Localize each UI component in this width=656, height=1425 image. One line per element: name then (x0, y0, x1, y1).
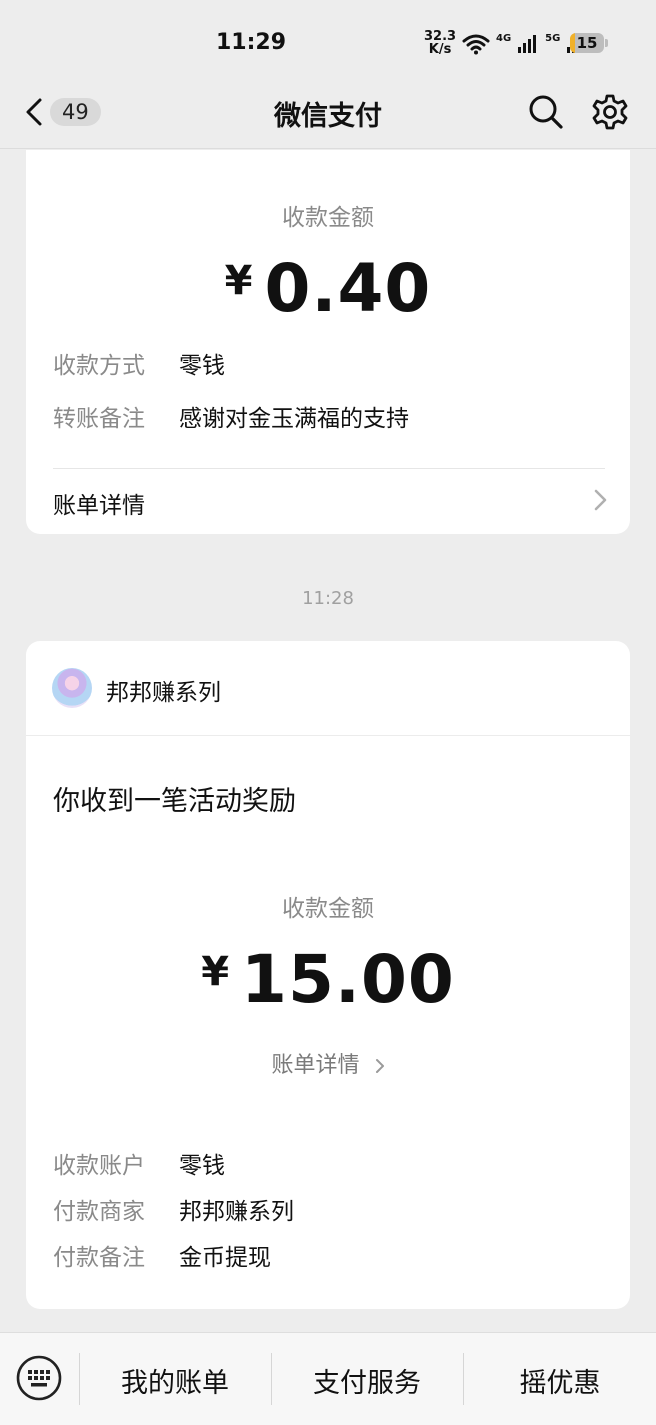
bill-detail-label: 账单详情 (271, 1053, 360, 1078)
notification-headline: 你收到一笔活动奖励 (53, 786, 296, 817)
shake-offers-button[interactable]: 摇优惠 (464, 1361, 656, 1400)
info-row-key: 收款方式 (53, 353, 145, 379)
network-speed: 32.3 K/s (424, 30, 456, 56)
my-bills-button[interactable]: 我的账单 (80, 1361, 270, 1400)
network-speed-unit: K/s (428, 42, 452, 57)
info-row-value: 金币提现 (179, 1245, 271, 1271)
bill-detail-link[interactable]: 账单详情 (26, 1047, 630, 1079)
merchant-avatar (52, 668, 92, 708)
info-row: 付款商家 邦邦赚系列 (53, 1192, 294, 1226)
currency-symbol: ¥ (224, 258, 253, 304)
bill-detail-row[interactable]: 账单详情 (26, 468, 630, 534)
search-icon[interactable] (526, 92, 566, 132)
info-row-value: 感谢对金玉满福的支持 (179, 406, 409, 432)
info-row-key: 收款账户 (53, 1153, 145, 1179)
amount-display: ¥0.40 (26, 250, 630, 327)
payment-card: 收款金额 ¥0.40 收款方式 零钱 转账备注 感谢对金玉满福的支持 账单详情 (26, 150, 630, 534)
keyboard-icon[interactable] (16, 1355, 62, 1401)
info-row: 转账备注 感谢对金玉满福的支持 (53, 399, 409, 433)
nav-bar: 49 微信支付 (0, 80, 656, 149)
info-row-key: 付款备注 (53, 1245, 145, 1271)
info-row-value: 零钱 (179, 353, 225, 379)
status-bar: 11:29 32.3 K/s 4G 5G 15 (0, 0, 656, 80)
amount-value: 0.40 (264, 250, 432, 327)
amount-label: 收款金额 (282, 896, 374, 922)
reward-card[interactable]: 邦邦赚系列 你收到一笔活动奖励 收款金额 ¥15.00 账单详情 收款账户 零钱… (26, 641, 630, 1309)
chevron-right-icon (375, 1059, 384, 1073)
info-row-value: 零钱 (179, 1153, 225, 1179)
battery-icon: 15 (570, 33, 604, 53)
chevron-right-icon (594, 489, 607, 511)
amount-label: 收款金额 (282, 205, 374, 231)
currency-symbol: ¥ (201, 949, 230, 995)
gear-icon[interactable] (590, 92, 630, 132)
info-row: 付款备注 金币提现 (53, 1238, 271, 1272)
signal-icon (518, 35, 537, 53)
network-5g-label: 5G (545, 32, 561, 44)
merchant-name: 邦邦赚系列 (106, 680, 221, 706)
wifi-icon (462, 34, 490, 55)
battery-level: 15 (576, 34, 598, 52)
bill-detail-label: 账单详情 (53, 493, 145, 519)
network-4g-label: 4G (496, 32, 512, 44)
status-time: 11:29 (216, 30, 287, 55)
message-timestamp: 11:28 (302, 588, 354, 609)
amount-display: ¥15.00 (26, 941, 630, 1018)
payment-services-button[interactable]: 支付服务 (272, 1361, 462, 1400)
amount-value: 15.00 (241, 941, 455, 1018)
battery-tip (605, 39, 608, 47)
merchant-header[interactable]: 邦邦赚系列 (26, 641, 630, 736)
info-row-key: 付款商家 (53, 1199, 145, 1225)
bottom-toolbar: 我的账单 支付服务 摇优惠 (0, 1332, 656, 1425)
info-row: 收款方式 零钱 (53, 346, 225, 380)
info-row-value: 邦邦赚系列 (179, 1199, 294, 1225)
info-row-key: 转账备注 (53, 406, 145, 432)
info-row: 收款账户 零钱 (53, 1146, 225, 1180)
